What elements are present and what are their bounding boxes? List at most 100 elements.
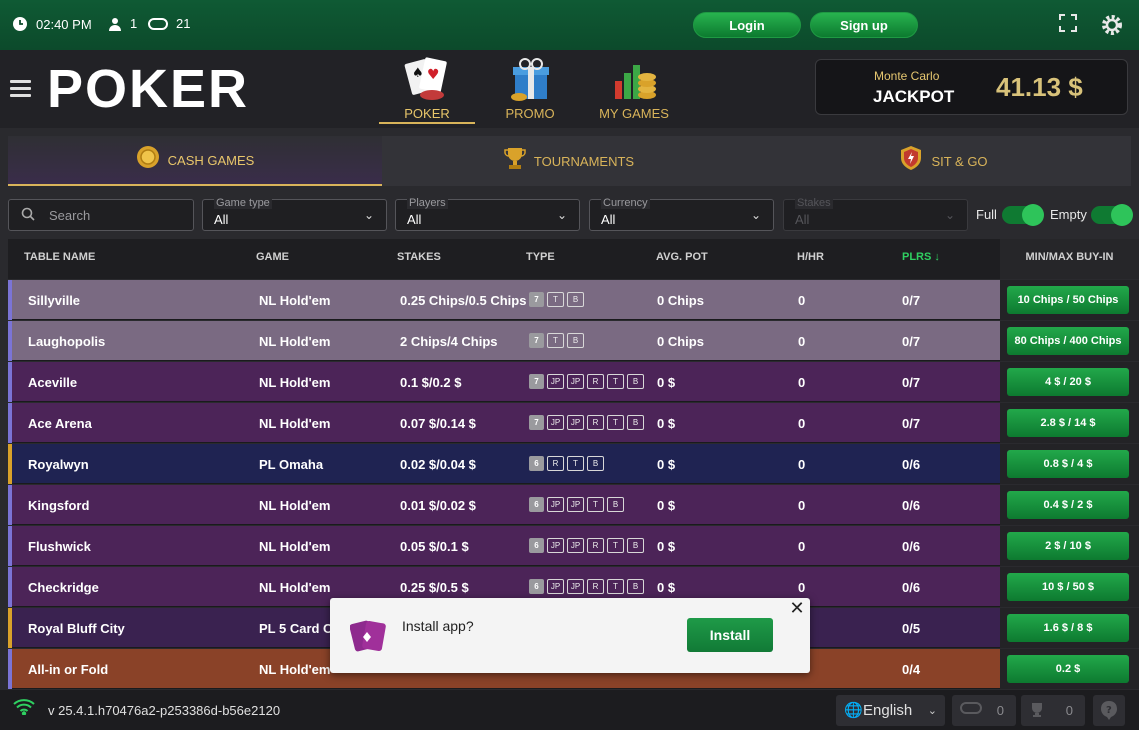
tab-sit-and-go[interactable]: SIT & GO — [756, 136, 1131, 186]
cell-hhr: 0 — [798, 580, 806, 595]
col-stakes[interactable]: STAKES — [397, 251, 441, 263]
tab-sit-and-go-label: SIT & GO — [931, 153, 988, 169]
table-row[interactable]: Sillyville NL Hold'em 0.25 Chips/0.5 Chips… — [8, 280, 1139, 320]
table-row[interactable]: Aceville NL Hold'em 0.1 $/0.2 $0 $0 0/7 7 JP J… — [8, 362, 1139, 402]
chart-coins-icon — [608, 54, 660, 104]
col-avg-pot[interactable]: AVG. POT — [656, 251, 708, 263]
help-button[interactable]: ? — [1093, 695, 1125, 726]
table-row[interactable]: Royalwyn PL Omaha 0.02 $/0.04 $ 0 $ 0 0/6 6 R T B… — [8, 444, 1139, 484]
cell-plrs: 0/6 — [902, 580, 921, 595]
buyin-button[interactable]: 0.4 $ / 2 $ — [1007, 491, 1129, 519]
seats-badge: 7 — [529, 333, 544, 348]
chevron-down-icon: ⌄ — [750, 208, 761, 222]
table-row[interactable]: Flushwick NL Hold'em 0.05 $/0.1 $0 $0 0/6 6 J… — [8, 526, 1139, 566]
my-tables-counter[interactable]: 0 — [952, 695, 1016, 726]
login-button[interactable]: Login — [693, 12, 801, 38]
buyin-button[interactable]: 10 Chips / 50 Chips — [1007, 286, 1129, 314]
gear-icon[interactable] — [1100, 13, 1124, 37]
signup-button[interactable]: Sign up — [810, 12, 918, 38]
fullscreen-icon[interactable] — [1056, 13, 1080, 37]
help-icon: ? — [1100, 700, 1118, 723]
cell-game: NL Hold'em — [259, 580, 331, 595]
feature-badge-icon: R — [587, 415, 604, 430]
feature-badge-icon: T — [547, 333, 564, 348]
chip-icon — [136, 145, 160, 175]
feature-badge-icon: B — [627, 415, 644, 430]
gift-icon — [504, 54, 556, 104]
table-row[interactable]: Ace Arena NL Hold'em 0.07 $/0.14 $ 0 $ 0 0/7 7… — [8, 403, 1139, 443]
tab-cash-games[interactable]: CASH GAMES — [8, 136, 382, 186]
cell-hhr: 0 — [798, 416, 806, 431]
feature-badge-icon: JP — [547, 415, 564, 430]
tab-cash-games-label: CASH GAMES — [167, 152, 255, 168]
feature-badge-icon: JP — [567, 579, 584, 594]
buyin-button[interactable]: 2.8 $ / 14 $ — [1007, 409, 1129, 437]
col-buyin[interactable]: MIN/MAX BUY-IN — [1000, 239, 1139, 279]
search-placeholder: Search — [49, 208, 91, 223]
game-type-select[interactable]: Game type All ⌄ — [202, 197, 387, 231]
feature-badge-icon: T — [547, 292, 564, 307]
jackpot-title: JACKPOT — [873, 87, 955, 106]
menu-icon[interactable] — [10, 80, 31, 98]
my-tournaments-counter[interactable]: 0 — [1021, 695, 1085, 726]
currency-select[interactable]: Currency All ⌄ — [589, 197, 774, 231]
search-input[interactable]: Search — [8, 199, 194, 231]
svg-text:♥: ♥ — [427, 67, 440, 83]
buyin-button[interactable]: 10 $ / 50 $ — [1007, 573, 1129, 601]
buyin-cell: 2 $ / 10 $ — [1000, 526, 1139, 566]
nav-tab-my-games[interactable]: MY GAMES — [596, 50, 672, 128]
cards-icon: ♥ ♠ — [401, 54, 453, 104]
col-players[interactable]: PLRS ↓ — [902, 251, 940, 263]
full-toggle-label: Full — [976, 207, 997, 222]
table-icon — [960, 702, 982, 717]
jackpot-panel[interactable]: Monte Carlo JACKPOT 41.13 $ — [815, 59, 1128, 115]
cell-stakes: 0.1 $/0.2 $ — [400, 375, 462, 390]
full-toggle[interactable] — [1002, 204, 1044, 226]
cell-game: NL Hold'em — [259, 662, 331, 677]
table-icon — [148, 17, 168, 30]
buyin-button[interactable]: 4 $ / 20 $ — [1007, 368, 1129, 396]
tab-tournaments[interactable]: TOURNAMENTS — [382, 136, 756, 186]
chevron-down-icon: ⌄ — [927, 705, 937, 717]
cell-stakes: 0.01 $/0.02 $ — [400, 498, 476, 513]
buyin-button[interactable]: 1.6 $ / 8 $ — [1007, 614, 1129, 642]
col-game[interactable]: GAME — [256, 251, 289, 263]
seats-badge: 6 — [529, 538, 544, 553]
table-row[interactable]: Laughopolis NL Hold'em 2 Chips/4 Chips 0 Ch… — [8, 321, 1139, 361]
cell-avg-pot: 0 $ — [657, 375, 676, 390]
feature-badge-icon: R — [587, 374, 604, 389]
cell-avg-pot: 0 Chips — [657, 334, 704, 349]
col-table-name[interactable]: TABLE NAME — [24, 251, 95, 263]
jackpot-amount: 41.13 $ — [996, 72, 1083, 102]
empty-toggle-label: Empty — [1050, 207, 1087, 222]
buyin-button[interactable]: 2 $ / 10 $ — [1007, 532, 1129, 560]
game-type-label: Game type — [214, 197, 272, 209]
type-badges: 7 JP JP R T B — [529, 374, 644, 389]
cell-stakes: 0.25 Chips/0.5 Chips — [400, 293, 527, 308]
cell-game: NL Hold'em — [259, 293, 331, 308]
empty-toggle[interactable] — [1091, 204, 1133, 226]
feature-badge-icon: JP — [547, 538, 564, 553]
col-hhr[interactable]: H/HR — [797, 251, 824, 263]
players-select[interactable]: Players All ⌄ — [395, 197, 580, 231]
seats-badge: 7 — [529, 292, 544, 307]
cell-plrs: 0/5 — [902, 621, 921, 636]
close-icon[interactable]: ✕ — [789, 599, 805, 617]
version-label: v 25.4.1.h70476a2-p253386d-b56e2120 — [48, 703, 281, 718]
buyin-button[interactable]: 0.2 $ — [1007, 655, 1129, 683]
trophy-icon — [1029, 702, 1045, 721]
language-select[interactable]: 🌐 English ⌄ — [836, 695, 945, 726]
search-icon — [21, 207, 35, 224]
seats-badge: 6 — [529, 579, 544, 594]
nav-tab-promo[interactable]: PROMO — [492, 50, 568, 128]
install-button[interactable]: Install — [687, 618, 773, 652]
col-type[interactable]: TYPE — [526, 251, 555, 263]
buyin-button[interactable]: 80 Chips / 400 Chips — [1007, 327, 1129, 355]
cell-name: Sillyville — [28, 293, 81, 308]
feature-badge-icon: T — [607, 538, 624, 553]
nav-tab-poker[interactable]: ♥ ♠ POKER — [379, 50, 475, 128]
table-row[interactable]: Kingsford NL Hold'em 0.01 $/0.02 $ 0 $ 0 0/6 6… — [8, 485, 1139, 525]
svg-text:?: ? — [1106, 705, 1112, 716]
cell-hhr: 0 — [798, 293, 806, 308]
buyin-button[interactable]: 0.8 $ / 4 $ — [1007, 450, 1129, 478]
